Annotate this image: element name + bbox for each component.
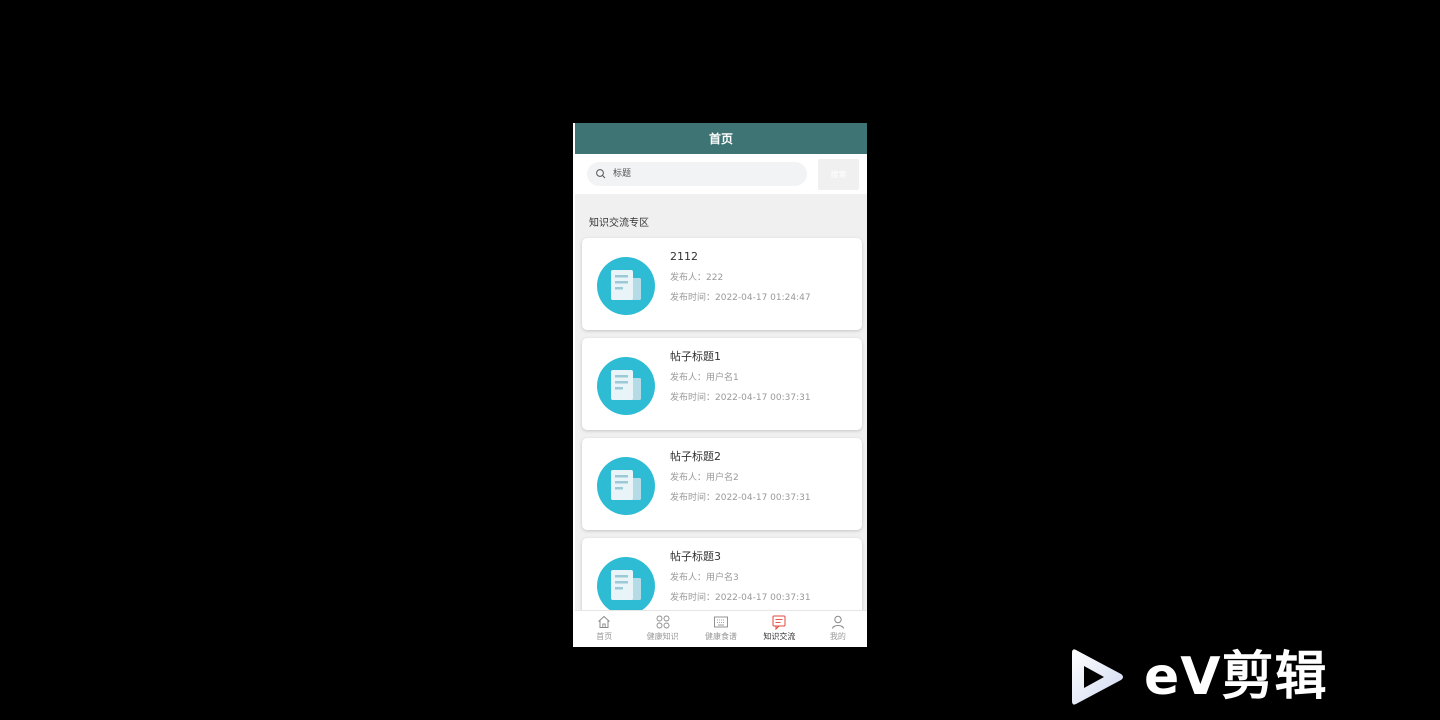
post-title: 帖子标题1 — [670, 350, 721, 363]
post-text: 2112 发布人：222 发布时间：2022-04-17 01:24:47 — [670, 250, 811, 304]
post-list: 2112 发布人：222 发布时间：2022-04-17 01:24:47 帖子… — [575, 228, 867, 630]
post-card[interactable]: 帖子标题1 发布人：用户名1 发布时间：2022-04-17 00:37:31 — [582, 338, 862, 430]
play-logo-icon — [1072, 649, 1123, 705]
post-time: 发布时间：2022-04-17 00:37:31 — [670, 593, 811, 603]
user-icon — [831, 615, 844, 629]
tab-home[interactable]: 首页 — [575, 611, 633, 647]
document-icon — [597, 257, 655, 315]
search-icon — [595, 168, 607, 180]
section-title: 知识交流专区 — [589, 218, 649, 229]
post-text: 帖子标题2 发布人：用户名2 发布时间：2022-04-17 00:37:31 — [670, 450, 811, 504]
document-icon — [597, 357, 655, 415]
page-title: 首页 — [708, 132, 733, 146]
post-author: 发布人：用户名2 — [670, 473, 739, 483]
post-text: 帖子标题3 发布人：用户名3 发布时间：2022-04-17 00:37:31 — [670, 550, 811, 604]
tab-health-knowledge[interactable]: 健康知识 — [633, 611, 691, 647]
bottom-tab-bar: 首页 健康知识 健康食谱 知识交流 我的 — [575, 610, 867, 647]
post-author: 发布人：用户名3 — [670, 573, 739, 583]
tab-health-recipes[interactable]: 健康食谱 — [692, 611, 750, 647]
tab-health-recipes-label: 健康食谱 — [705, 632, 738, 641]
search-box[interactable] — [587, 162, 807, 186]
post-time: 发布时间：2022-04-17 00:37:31 — [670, 493, 811, 503]
screen: 首页 搜索 知识交流专区 — [0, 0, 1440, 720]
search-bar: 搜索 — [575, 154, 867, 194]
tab-health-knowledge-label: 健康知识 — [646, 632, 679, 641]
search-button[interactable]: 搜索 — [818, 158, 859, 190]
watermark-text: eV剪辑 — [1144, 647, 1328, 707]
post-author: 发布人：222 — [670, 273, 724, 283]
post-title: 2112 — [670, 250, 698, 263]
watermark: eV剪辑 — [1068, 644, 1338, 710]
grid-icon — [656, 615, 670, 629]
post-card[interactable]: 帖子标题2 发布人：用户名2 发布时间：2022-04-17 00:37:31 — [582, 438, 862, 530]
post-time: 发布时间：2022-04-17 01:24:47 — [670, 293, 811, 303]
search-input[interactable] — [611, 168, 795, 180]
document-icon — [597, 457, 655, 515]
app-header: 首页 — [575, 123, 867, 154]
tab-knowledge-exchange[interactable]: 知识交流 — [750, 611, 808, 647]
post-author: 发布人：用户名1 — [670, 373, 739, 383]
tab-mine[interactable]: 我的 — [809, 611, 867, 647]
search-button-label: 搜索 — [830, 169, 847, 179]
chat-icon — [772, 615, 786, 630]
post-title: 帖子标题2 — [670, 450, 721, 463]
home-icon — [598, 615, 611, 628]
tab-home-label: 首页 — [596, 632, 613, 641]
post-text: 帖子标题1 发布人：用户名1 发布时间：2022-04-17 00:37:31 — [670, 350, 811, 404]
document-icon — [597, 557, 655, 615]
post-time: 发布时间：2022-04-17 00:37:31 — [670, 393, 811, 403]
tab-knowledge-exchange-label: 知识交流 — [763, 632, 796, 641]
phone-app: 首页 搜索 知识交流专区 — [573, 123, 867, 647]
tab-mine-label: 我的 — [829, 632, 846, 641]
post-card[interactable]: 2112 发布人：222 发布时间：2022-04-17 01:24:47 — [582, 238, 862, 330]
post-title: 帖子标题3 — [670, 550, 721, 563]
keyboard-icon — [714, 616, 728, 628]
